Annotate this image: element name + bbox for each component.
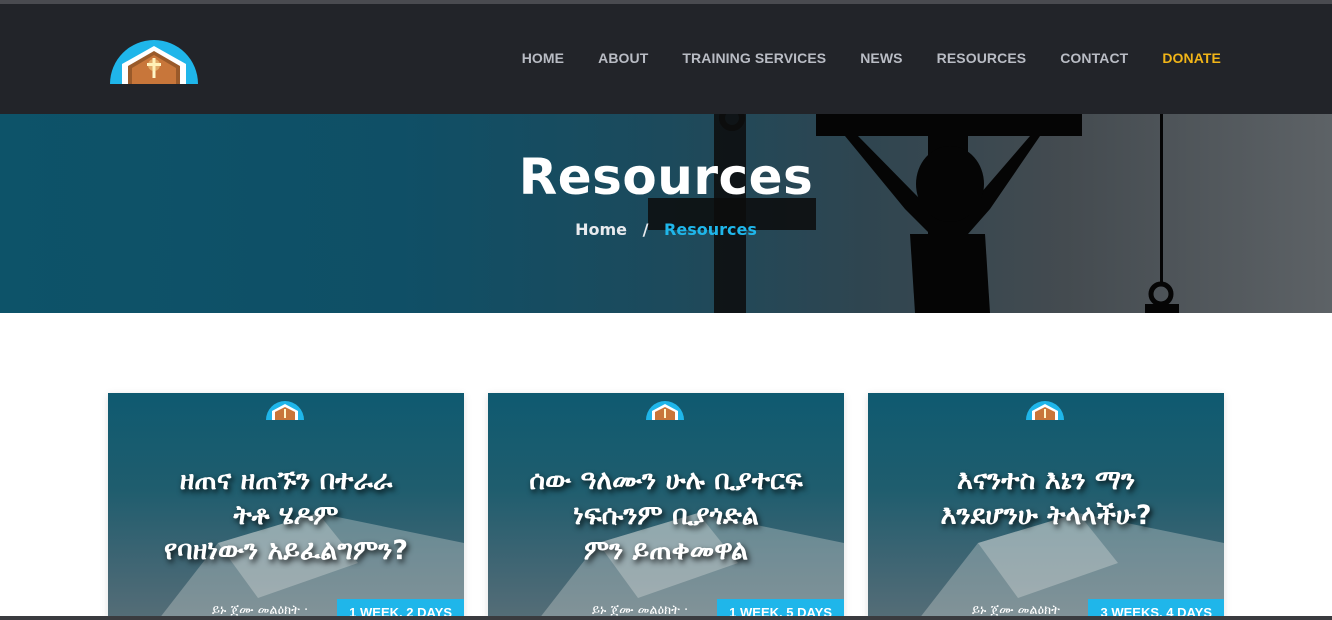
breadcrumb-current: Resources [664, 220, 757, 239]
site-header: HOME ABOUT TRAINING SERVICES NEWS RESOUR… [0, 4, 1332, 114]
nav-contact[interactable]: CONTACT [1060, 50, 1128, 66]
bottom-border [0, 616, 1332, 620]
crucifix-image [648, 114, 1179, 313]
card-title[interactable]: ሰው ዓለሙን ሁሉ ቢያተርፍ ነፍሱንም ቢያጎድል ምን ይጠቀመዋል [488, 463, 844, 568]
nav-about[interactable]: ABOUT [598, 50, 648, 66]
church-logo-icon [1026, 401, 1064, 420]
page-title: Resources [518, 148, 814, 206]
nav-resources[interactable]: RESOURCES [937, 50, 1027, 66]
breadcrumb-home[interactable]: Home [575, 220, 627, 239]
resource-card[interactable]: ሰው ዓለሙን ሁሉ ቢያተርፍ ነፍሱንም ቢያጎድል ምን ይጠቀመዋል ይ… [488, 393, 844, 620]
church-logo-icon[interactable] [108, 34, 200, 84]
resource-cards: ዘጠና ዘጠኙን በተራራ ትቶ ሄዶም የባዘነውን አይፈልግምን? ይኑ … [108, 393, 1224, 620]
card-title[interactable]: ዘጠና ዘጠኙን በተራራ ትቶ ሄዶም የባዘነውን አይፈልግምን? [108, 463, 464, 568]
church-logo-icon [266, 401, 304, 420]
breadcrumb-separator: / [642, 220, 649, 239]
nav-home[interactable]: HOME [522, 50, 564, 66]
page-hero: Resources Home / Resources [0, 114, 1332, 313]
nav-donate[interactable]: DONATE [1162, 50, 1221, 66]
resource-card[interactable]: እናንተስ እኔን ማን እንደሆንሁ ትላላችሁ? ይኑ ጀሙ መልዕክት 3… [868, 393, 1224, 620]
card-title[interactable]: እናንተስ እኔን ማን እንደሆንሁ ትላላችሁ? [868, 463, 1224, 533]
main-nav: HOME ABOUT TRAINING SERVICES NEWS RESOUR… [488, 50, 1221, 66]
resource-card[interactable]: ዘጠና ዘጠኙን በተራራ ትቶ ሄዶም የባዘነውን አይፈልግምን? ይኑ … [108, 393, 464, 620]
nav-news[interactable]: NEWS [860, 50, 902, 66]
breadcrumb: Home / Resources [0, 220, 1332, 239]
nav-training-services[interactable]: TRAINING SERVICES [682, 50, 826, 66]
church-logo-icon [646, 401, 684, 420]
